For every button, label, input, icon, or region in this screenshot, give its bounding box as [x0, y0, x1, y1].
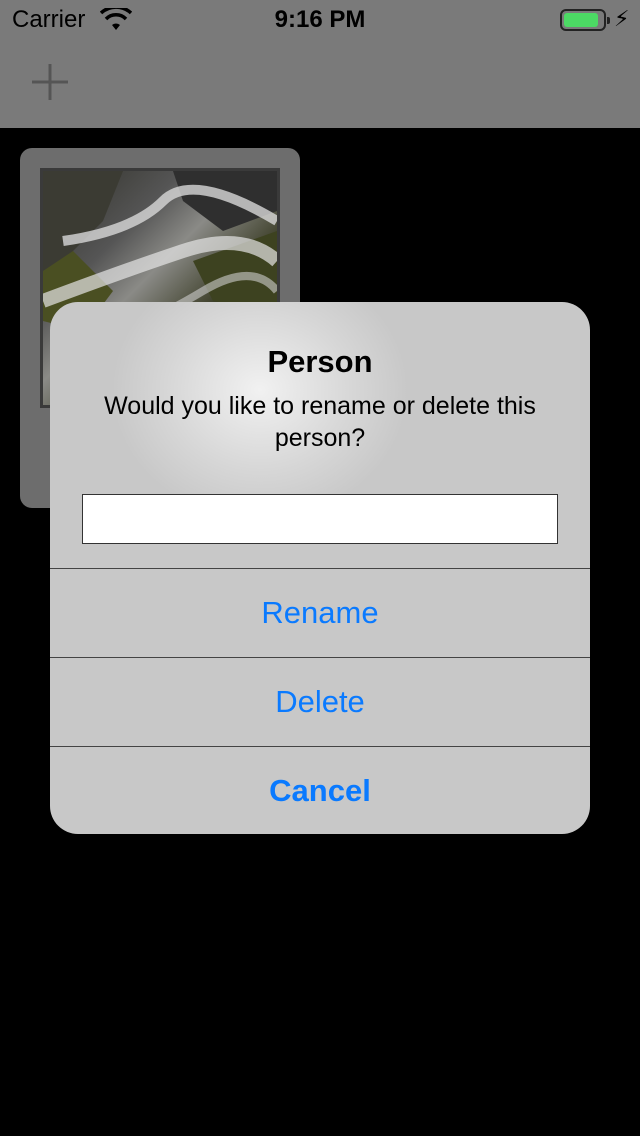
- name-input[interactable]: [82, 494, 558, 544]
- charging-icon: ⚡: [614, 6, 630, 31]
- status-bar: Carrier 9:16 PM ⚡: [0, 0, 640, 40]
- alert-title: Person: [267, 344, 373, 379]
- status-time: 9:16 PM: [274, 6, 366, 33]
- alert-message: Would you like to rename or delete this …: [104, 392, 536, 452]
- battery-nub: [607, 17, 610, 24]
- person-alert-dialog: Person Would you like to rename or delet…: [50, 302, 590, 834]
- battery-level: [564, 13, 598, 27]
- rename-button[interactable]: Rename: [50, 568, 590, 656]
- plus-icon[interactable]: [28, 60, 72, 104]
- battery-icon: [560, 9, 610, 31]
- cancel-button[interactable]: Cancel: [50, 746, 590, 834]
- delete-button[interactable]: Delete: [50, 657, 590, 745]
- screen: Carrier 9:16 PM ⚡ Person Would you like …: [0, 0, 640, 1136]
- navigation-bar: [0, 40, 640, 128]
